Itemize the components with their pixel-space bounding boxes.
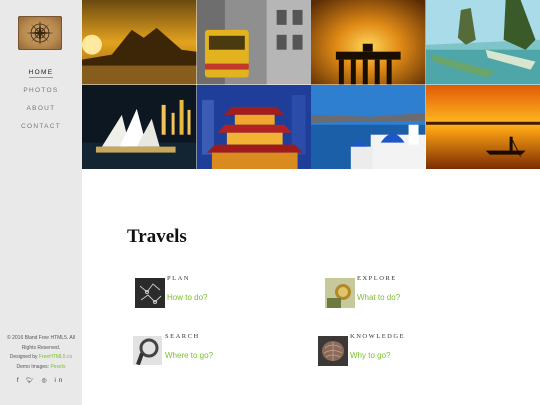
twitter-icon[interactable]: 🐦︎ — [26, 378, 37, 384]
rights-line: Rights Reserved. — [21, 344, 61, 351]
sidebar: HOME PHOTOS ABOUT CONTACT © 2016 Bland F… — [0, 0, 82, 405]
nav-photos-label: PHOTOS — [23, 87, 59, 94]
knowledge-link[interactable]: Why to go? — [350, 351, 390, 360]
photo-gallery — [82, 0, 540, 169]
photo-santorini[interactable] — [311, 84, 426, 169]
photo-brandenburg-gate[interactable] — [311, 0, 426, 85]
photo-lisbon-tram[interactable] — [196, 0, 311, 85]
main-nav: HOME PHOTOS ABOUT CONTACT — [0, 66, 82, 138]
photo-singapore-temple[interactable] — [196, 84, 311, 169]
plan-icon — [135, 278, 165, 308]
social-links: f 🐦︎ ◎ in — [0, 377, 82, 384]
nav-home-label: HOME — [28, 69, 54, 78]
facebook-icon[interactable]: f — [17, 378, 22, 384]
pexels-link[interactable]: Pexels — [50, 364, 65, 370]
demo-images: Demo Images: Pexels — [0, 363, 82, 373]
nav-home[interactable]: HOME — [0, 66, 82, 84]
nav-photos[interactable]: PHOTOS — [0, 84, 82, 102]
plan-heading: PLAN — [167, 275, 190, 282]
search-link[interactable]: Where to go? — [165, 351, 213, 360]
photo-lake-sunset[interactable] — [425, 84, 540, 169]
feature-knowledge[interactable]: KNOWLEDGE Why to go? — [318, 333, 488, 367]
nav-contact[interactable]: CONTACT — [0, 120, 82, 138]
nav-contact-label: CONTACT — [20, 123, 62, 130]
designed-by: Designed by FreeHTML5.co — [0, 353, 82, 363]
explore-link[interactable]: What to do? — [357, 293, 400, 302]
demo-images-label: Demo Images: — [16, 363, 51, 370]
photo-rio-sunset[interactable] — [82, 0, 197, 85]
photo-thailand-boats[interactable] — [425, 0, 540, 85]
linkedin-icon[interactable]: in — [54, 378, 65, 384]
nav-about[interactable]: ABOUT — [0, 102, 82, 120]
copyright: © 2016 Bland Free HTML5. All Rights Rese… — [0, 334, 82, 372]
knowledge-heading: KNOWLEDGE — [350, 333, 406, 340]
copyright-line: © 2016 Bland Free HTML5. All — [7, 335, 75, 341]
designed-by-label: Designed by — [9, 354, 39, 360]
explore-icon — [325, 278, 355, 308]
feature-plan[interactable]: PLAN How to do? — [135, 275, 305, 309]
instagram-icon[interactable]: ◎ — [42, 378, 50, 384]
compass-logo[interactable] — [18, 16, 62, 50]
explore-heading: EXPLORE — [357, 275, 397, 282]
search-icon — [133, 336, 162, 365]
photo-sydney-opera-house[interactable] — [82, 84, 197, 169]
feature-search[interactable]: SEARCH Where to go? — [133, 333, 303, 367]
page-title: Travels — [127, 226, 187, 247]
compass-rose-icon — [26, 20, 54, 46]
designer-link[interactable]: FreeHTML5.co — [39, 354, 72, 360]
nav-about-label: ABOUT — [26, 105, 56, 112]
plan-link[interactable]: How to do? — [167, 293, 207, 302]
search-heading: SEARCH — [165, 333, 200, 340]
knowledge-icon — [318, 336, 348, 366]
feature-explore[interactable]: EXPLORE What to do? — [325, 275, 495, 309]
